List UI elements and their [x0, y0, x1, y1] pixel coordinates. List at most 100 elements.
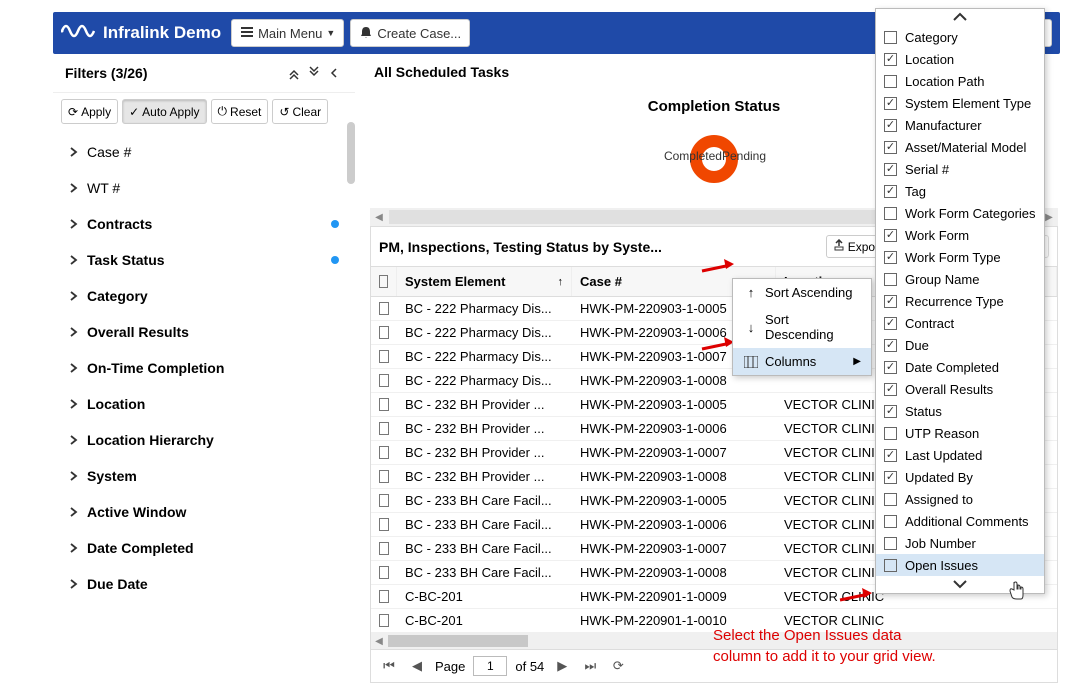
collapse-all-icon[interactable] [285, 64, 303, 82]
column-option[interactable]: Asset/Material Model [876, 136, 1044, 158]
undo-icon: ↺ [279, 105, 289, 119]
columns-item[interactable]: Columns ▶ [733, 348, 871, 375]
expand-all-icon[interactable] [305, 64, 323, 82]
hide-panel-icon[interactable] [325, 64, 343, 82]
filter-item[interactable]: Task Status [53, 242, 355, 278]
filter-item[interactable]: Overall Results [53, 314, 355, 350]
auto-apply-button[interactable]: ✓Auto Apply [122, 99, 206, 124]
filter-item[interactable]: Location [53, 386, 355, 422]
row-checkbox[interactable] [371, 465, 397, 488]
row-checkbox[interactable] [371, 537, 397, 560]
column-option[interactable]: Open Issues [876, 554, 1044, 576]
export-icon [833, 239, 845, 254]
column-option[interactable]: Recurrence Type [876, 290, 1044, 312]
row-checkbox[interactable] [371, 393, 397, 416]
filter-item-label: Contracts [87, 216, 152, 232]
row-checkbox[interactable] [371, 561, 397, 584]
cell-system: BC - 222 Pharmacy Dis... [397, 369, 572, 392]
row-checkbox[interactable] [371, 321, 397, 344]
sort-desc-label: Sort Descending [765, 312, 861, 342]
filter-item[interactable]: Active Window [53, 494, 355, 530]
scroll-up-arrow[interactable] [876, 9, 1044, 26]
filter-item[interactable]: System [53, 458, 355, 494]
row-checkbox[interactable] [371, 417, 397, 440]
column-option[interactable]: Due [876, 334, 1044, 356]
checkbox-icon [884, 449, 897, 462]
create-case-button[interactable]: Create Case... [350, 19, 470, 47]
column-option[interactable]: Additional Comments [876, 510, 1044, 532]
row-checkbox[interactable] [371, 297, 397, 320]
scrollbar-thumb[interactable] [388, 635, 528, 647]
column-option[interactable]: Category [876, 26, 1044, 48]
column-option[interactable]: Tag [876, 180, 1044, 202]
main-menu-button[interactable]: Main Menu ▼ [231, 19, 344, 47]
column-option[interactable]: Status [876, 400, 1044, 422]
last-page-button[interactable]: ⏭ [580, 656, 600, 676]
filter-item[interactable]: Case # [53, 134, 355, 170]
filters-panel: Filters (3/26) ⟳Apply ✓Auto Apply ⏻Reset… [53, 54, 355, 606]
select-all-checkbox[interactable] [371, 267, 397, 296]
next-page-button[interactable]: ▶ [552, 656, 572, 676]
row-checkbox[interactable] [371, 585, 397, 608]
row-checkbox[interactable] [371, 489, 397, 512]
sort-desc-item[interactable]: ↓ Sort Descending [733, 306, 871, 348]
filter-item[interactable]: On-Time Completion [53, 350, 355, 386]
row-checkbox[interactable] [371, 609, 397, 632]
column-option[interactable]: Updated By [876, 466, 1044, 488]
row-checkbox[interactable] [371, 441, 397, 464]
annotation-text: Select the Open Issues data column to ad… [713, 625, 936, 667]
filter-item[interactable]: Category [53, 278, 355, 314]
filter-item[interactable]: Due Date [53, 566, 355, 602]
column-option[interactable]: Date Completed [876, 356, 1044, 378]
column-option[interactable]: Work Form [876, 224, 1044, 246]
column-option[interactable]: Work Form Categories [876, 202, 1044, 224]
column-option[interactable]: Job Number [876, 532, 1044, 554]
column-option[interactable]: Group Name [876, 268, 1044, 290]
column-option[interactable]: Overall Results [876, 378, 1044, 400]
column-option[interactable]: Work Form Type [876, 246, 1044, 268]
column-option[interactable]: Location Path [876, 70, 1044, 92]
column-option[interactable]: Contract [876, 312, 1044, 334]
check-icon: ✓ [129, 105, 139, 119]
checkbox-icon [884, 471, 897, 484]
filter-item-label: Due Date [87, 576, 148, 592]
column-option-label: Category [905, 30, 958, 45]
prev-page-button[interactable]: ◀ [407, 656, 427, 676]
apply-button[interactable]: ⟳Apply [61, 99, 118, 124]
filter-item[interactable]: Date Completed [53, 530, 355, 566]
scroll-down-arrow[interactable] [876, 576, 1044, 593]
column-option-label: Work Form Categories [905, 206, 1036, 221]
col-system-element[interactable]: System Element ↑ [397, 267, 572, 296]
column-option[interactable]: Serial # [876, 158, 1044, 180]
page-input[interactable] [473, 656, 507, 676]
filter-item[interactable]: Contracts [53, 206, 355, 242]
filter-item-label: Category [87, 288, 148, 304]
filter-item[interactable]: Location Hierarchy [53, 422, 355, 458]
refresh-button[interactable]: ⟳ [608, 656, 628, 676]
column-option-label: Location [905, 52, 954, 67]
column-option-label: Group Name [905, 272, 979, 287]
column-option[interactable]: Location [876, 48, 1044, 70]
filter-item[interactable]: WT # [53, 170, 355, 206]
column-option[interactable]: System Element Type [876, 92, 1044, 114]
chart-legend: CompletedPending [630, 149, 800, 163]
sidebar-scrollbar[interactable] [347, 122, 355, 184]
scroll-left-icon[interactable]: ◀ [370, 212, 388, 223]
column-option[interactable]: UTP Reason [876, 422, 1044, 444]
checkbox-icon [884, 229, 897, 242]
reset-button[interactable]: ⏻Reset [211, 99, 269, 124]
row-checkbox[interactable] [371, 369, 397, 392]
column-option[interactable]: Manufacturer [876, 114, 1044, 136]
clear-button[interactable]: ↺Clear [272, 99, 328, 124]
checkbox-icon [884, 537, 897, 550]
row-checkbox[interactable] [371, 345, 397, 368]
scroll-left-icon[interactable]: ◀ [371, 636, 387, 647]
column-option[interactable]: Last Updated [876, 444, 1044, 466]
sort-asc-item[interactable]: ↑ Sort Ascending [733, 279, 871, 306]
column-option[interactable]: Assigned to [876, 488, 1044, 510]
clear-label: Clear [292, 105, 321, 119]
column-option-label: Overall Results [905, 382, 993, 397]
chevron-right-icon [69, 216, 79, 232]
first-page-button[interactable]: ⏮ [379, 656, 399, 676]
row-checkbox[interactable] [371, 513, 397, 536]
